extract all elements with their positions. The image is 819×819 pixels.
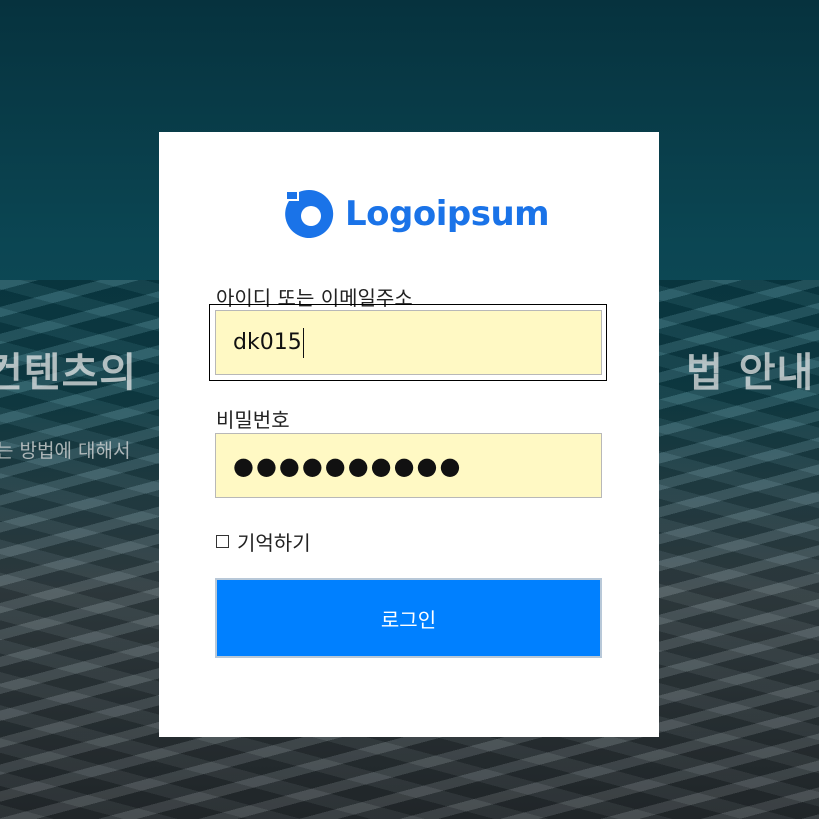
background-subtext: 는 방법에 대해서 [0, 440, 131, 462]
login-button[interactable]: 로그인 [215, 578, 602, 658]
logo: Logoipsum [283, 187, 550, 241]
logo-mark-icon [285, 189, 334, 238]
password-input[interactable]: ●●●●●●●●●● [215, 433, 602, 498]
password-value: ●●●●●●●●●● [233, 451, 463, 480]
remember-me[interactable]: 기억하기 [216, 527, 311, 556]
logo-text: Logoipsum [345, 194, 550, 234]
background-headline-right: 법 안내 [686, 350, 815, 396]
text-caret [302, 327, 304, 358]
background-headline-left: 컨텐츠의 [0, 350, 138, 396]
remember-label: 기억하기 [237, 531, 311, 555]
password-label: 비밀번호 [216, 408, 290, 432]
login-dialog: Logoipsum 아이디 또는 이메일주소 dk015 비밀번호 ●●●●●●… [159, 132, 659, 737]
username-value: dk015 [233, 330, 302, 355]
username-input[interactable]: dk015 [215, 310, 602, 375]
remember-checkbox[interactable] [216, 535, 229, 548]
